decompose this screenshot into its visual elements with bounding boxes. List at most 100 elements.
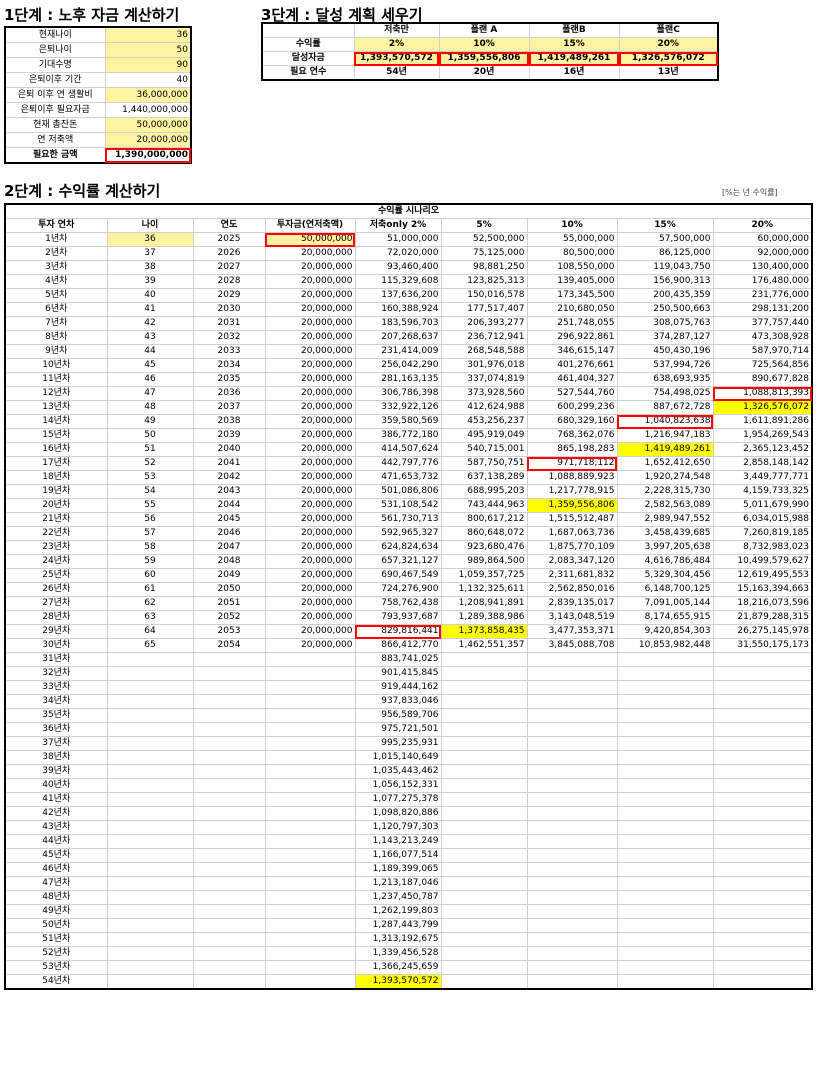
table-cell[interactable]	[440, 736, 528, 751]
table-cell[interactable]	[616, 750, 714, 765]
table-cell[interactable]: 115,329,608	[354, 274, 442, 289]
table-cell[interactable]: 2044	[192, 498, 266, 513]
step3-value-cell[interactable]: 20년	[438, 65, 530, 81]
table-cell[interactable]: 1,287,443,799	[354, 918, 442, 933]
table-cell[interactable]: 20,000,000	[264, 526, 356, 541]
table-cell[interactable]: 130,400,000	[712, 260, 813, 275]
table-cell[interactable]: 50,000,000	[264, 232, 356, 247]
table-cell[interactable]: 92,000,000	[712, 246, 813, 261]
table-cell[interactable]: 46	[106, 372, 194, 387]
table-cell[interactable]	[526, 876, 618, 891]
table-cell[interactable]: 401,276,661	[526, 358, 618, 373]
table-cell[interactable]	[440, 792, 528, 807]
table-cell[interactable]: 20,000,000	[264, 624, 356, 639]
table-cell[interactable]: 461,404,327	[526, 372, 618, 387]
table-cell[interactable]	[192, 932, 266, 947]
table-cell[interactable]: 4,159,733,325	[712, 484, 813, 499]
table-cell[interactable]	[264, 904, 356, 919]
table-cell[interactable]: 2029	[192, 288, 266, 303]
table-cell[interactable]: 55,000,000	[526, 232, 618, 247]
table-cell[interactable]: 8년차	[4, 330, 108, 345]
table-cell[interactable]	[106, 722, 194, 737]
table-cell[interactable]: 743,444,963	[440, 498, 528, 513]
table-cell[interactable]: 2037	[192, 400, 266, 415]
table-cell[interactable]: 20,000,000	[264, 484, 356, 499]
table-cell[interactable]: 2,582,563,089	[616, 498, 714, 513]
table-cell[interactable]	[192, 764, 266, 779]
table-cell[interactable]: 44	[106, 344, 194, 359]
table-cell[interactable]: 231,776,000	[712, 288, 813, 303]
table-cell[interactable]: 41년차	[4, 792, 108, 807]
table-cell[interactable]: 332,922,126	[354, 400, 442, 415]
table-cell[interactable]: 17년차	[4, 456, 108, 471]
table-cell[interactable]: 1,208,941,891	[440, 596, 528, 611]
table-cell[interactable]: 51	[106, 442, 194, 457]
table-cell[interactable]: 51,000,000	[354, 232, 442, 247]
table-cell[interactable]: 1,189,399,065	[354, 862, 442, 877]
table-cell[interactable]: 4년차	[4, 274, 108, 289]
column-header-cell[interactable]: 나이	[106, 218, 194, 233]
table-cell[interactable]	[264, 932, 356, 947]
table-cell[interactable]: 2052	[192, 610, 266, 625]
step1-label-cell[interactable]: 은퇴 이후 연 생활비	[4, 87, 106, 103]
table-cell[interactable]: 1,088,813,393	[712, 386, 813, 401]
table-cell[interactable]: 1,359,556,806	[526, 498, 618, 513]
table-cell[interactable]: 1,035,443,462	[354, 764, 442, 779]
table-cell[interactable]	[712, 960, 813, 975]
table-cell[interactable]: 1,611,891,286	[712, 414, 813, 429]
column-header-cell[interactable]: 20%	[712, 218, 813, 233]
table-cell[interactable]	[440, 652, 528, 667]
table-cell[interactable]	[106, 890, 194, 905]
table-cell[interactable]: 800,617,212	[440, 512, 528, 527]
table-cell[interactable]: 561,730,713	[354, 512, 442, 527]
table-cell[interactable]: 36년차	[4, 722, 108, 737]
table-cell[interactable]: 20,000,000	[264, 596, 356, 611]
table-cell[interactable]	[616, 876, 714, 891]
table-cell[interactable]: 5,011,679,990	[712, 498, 813, 513]
table-cell[interactable]: 495,919,049	[440, 428, 528, 443]
table-cell[interactable]: 119,043,750	[616, 260, 714, 275]
table-cell[interactable]	[192, 722, 266, 737]
table-cell[interactable]: 60	[106, 568, 194, 583]
table-cell[interactable]: 20,000,000	[264, 568, 356, 583]
table-cell[interactable]	[264, 708, 356, 723]
table-cell[interactable]	[264, 960, 356, 975]
step3-value-cell[interactable]: 1,393,570,572	[353, 51, 440, 66]
table-cell[interactable]: 758,762,438	[354, 596, 442, 611]
table-cell[interactable]: 30년차	[4, 638, 108, 653]
table-cell[interactable]: 20년차	[4, 498, 108, 513]
table-cell[interactable]: 52년차	[4, 946, 108, 961]
table-cell[interactable]: 137,636,200	[354, 288, 442, 303]
table-cell[interactable]	[712, 722, 813, 737]
table-cell[interactable]	[440, 778, 528, 793]
table-cell[interactable]	[616, 792, 714, 807]
table-cell[interactable]	[526, 820, 618, 835]
table-cell[interactable]: 21,879,288,315	[712, 610, 813, 625]
table-cell[interactable]	[264, 722, 356, 737]
table-cell[interactable]: 11년차	[4, 372, 108, 387]
table-cell[interactable]: 587,970,714	[712, 344, 813, 359]
table-cell[interactable]: 1,056,152,331	[354, 778, 442, 793]
step3-value-cell[interactable]: 10%	[438, 37, 530, 52]
table-cell[interactable]: 971,718,112	[526, 456, 618, 471]
table-cell[interactable]: 20,000,000	[264, 400, 356, 415]
table-cell[interactable]	[106, 862, 194, 877]
table-cell[interactable]: 281,163,135	[354, 372, 442, 387]
table-cell[interactable]: 2033	[192, 344, 266, 359]
table-cell[interactable]	[106, 806, 194, 821]
column-header-cell[interactable]: 저축only 2%	[354, 218, 442, 233]
table-cell[interactable]: 657,321,127	[354, 554, 442, 569]
table-cell[interactable]	[264, 974, 356, 990]
table-cell[interactable]: 453,256,237	[440, 414, 528, 429]
table-cell[interactable]	[106, 708, 194, 723]
table-cell[interactable]: 1,313,192,675	[354, 932, 442, 947]
table-cell[interactable]	[712, 792, 813, 807]
table-cell[interactable]: 1,515,512,487	[526, 512, 618, 527]
table-cell[interactable]	[616, 960, 714, 975]
table-cell[interactable]: 32년차	[4, 666, 108, 681]
table-cell[interactable]	[440, 680, 528, 695]
table-cell[interactable]	[192, 834, 266, 849]
table-cell[interactable]: 3,997,205,638	[616, 540, 714, 555]
table-cell[interactable]	[526, 848, 618, 863]
table-cell[interactable]	[106, 974, 194, 990]
